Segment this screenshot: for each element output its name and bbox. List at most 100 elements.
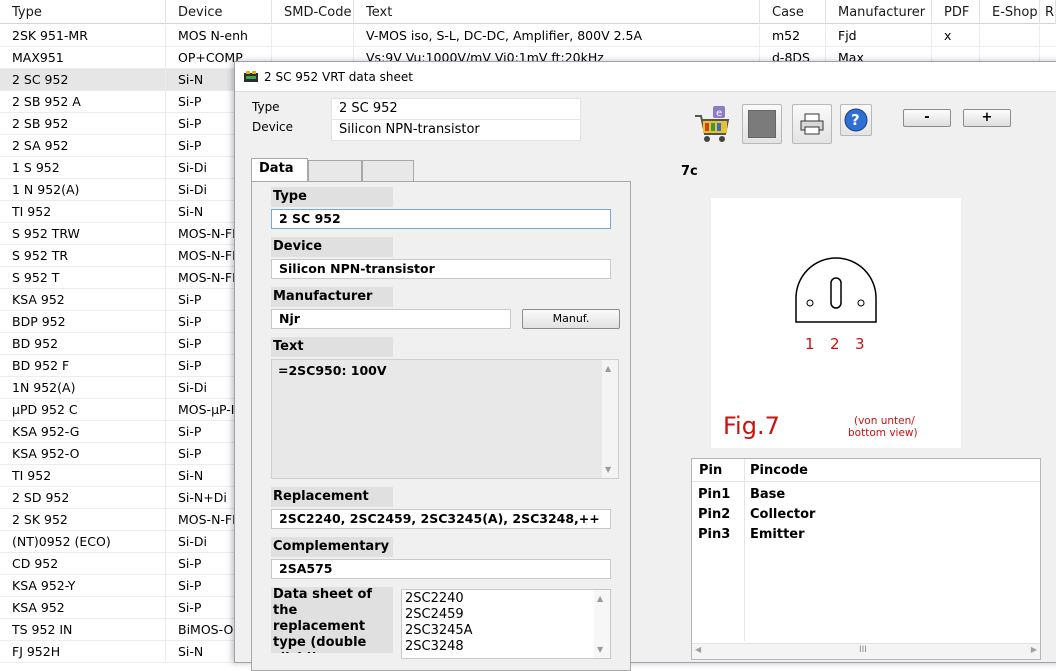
datasheet-replacement-label: Data sheet of the replacement type (doub… [271,587,393,653]
list-cell-type: BD 952 F [0,355,166,377]
scroll-grip[interactable]: III [859,645,867,655]
list-cell-type: BDP 952 [0,311,166,333]
list-cell-type: 1N 952(A) [0,377,166,399]
text-area[interactable]: =2SC950: 100V ▲ ▼ [271,359,619,479]
figure-caption: Fig.7 [723,412,780,440]
replacement-field[interactable]: 2SC2240, 2SC2459, 2SC3245(A), 2SC3248,++ [271,509,611,529]
column-header-type[interactable]: Type [0,0,166,24]
list-cell-type: KSA 952-O [0,443,166,465]
pin-code: Emitter [750,527,805,542]
datasheet-replacement-list[interactable]: 2SC2240 2SC2459 2SC3245A 2SC3248 ▲ ▼ [401,589,611,659]
list-cell-type: 1 N 952(A) [0,179,166,201]
list-cell-type: KSA 952-G [0,421,166,443]
scroll-up-arrow-icon[interactable]: ▲ [597,594,603,603]
tab-3[interactable] [362,160,414,182]
pin-table[interactable]: Pin Pincode Pin1 Base Pin2 Collector Pin3 Emi… [691,458,1041,660]
figure-note-line1: (von unten/ [854,415,915,427]
scroll-down-arrow-icon[interactable]: ▼ [605,465,611,474]
help-icon: ? [844,108,868,132]
list-cell-type: 2 SB 952 [0,113,166,135]
zoom-in-button[interactable]: + [963,109,1011,127]
to92-package-outline [795,257,877,323]
list-cell-type: S 952 T [0,267,166,289]
pin-name: Pin3 [698,527,731,542]
datasheet-list-scrollbar[interactable]: ▲ ▼ [594,590,610,658]
column-header-pdf[interactable]: PDF [932,0,980,24]
scroll-down-arrow-icon[interactable]: ▼ [597,645,603,654]
list-cell-case: m52 [760,25,826,47]
pin-code: Collector [750,507,816,522]
device-field[interactable]: Silicon NPN-transistor [271,259,611,279]
type-field-label: Type [271,187,393,207]
datasheet-list-item[interactable]: 2SC3248 [405,639,473,655]
app-icon [244,71,258,82]
text-area-scrollbar[interactable]: ▲ ▼ [602,360,618,478]
type-field[interactable]: 2 SC 952 [271,209,611,229]
list-cell-type: BD 952 [0,333,166,355]
list-cell-type: S 952 TRW [0,223,166,245]
replacement-field-label: Replacement [271,487,393,507]
pin-table-hscrollbar[interactable]: ◀ III ▶ [692,643,1040,659]
data-tab-panel: Type 2 SC 952 Device Silicon NPN-transis… [251,181,631,671]
list-cell-type: 1 S 952 [0,157,166,179]
header-device-value: Silicon NPN-transistor [331,119,581,141]
print-icon [800,113,824,135]
list-cell-eshop [980,25,1040,47]
scroll-right-arrow-icon[interactable]: ▶ [1031,645,1037,654]
device-field-label: Device [271,237,393,257]
case-code: 7c [681,164,698,179]
list-cell-manufacturer: Fjd [826,25,932,47]
column-header-manufacturer[interactable]: Manufacturer [826,0,932,24]
list-cell-type: TI 952 [0,201,166,223]
list-row[interactable]: 2SK 951-MR MOS N-enh V-MOS iso, S-L, DC-DC… [0,25,1056,47]
column-header-smd-code[interactable]: SMD-Code [272,0,354,24]
pin-table-row[interactable]: Pin3 Emitter [692,525,1040,545]
scroll-up-arrow-icon[interactable]: ▲ [605,364,611,373]
column-header-r[interactable]: R [1040,0,1056,24]
header-device-label: Device [252,120,294,134]
datasheet-list-item[interactable]: 2SC2459 [405,607,473,623]
list-cell-text: V-MOS iso, S-L, DC-DC, Amplifier, 800V 2… [354,25,760,47]
tab-data[interactable]: Data [251,158,308,182]
package-drawing: 123 Fig.7 (von unten/ bottom view) [711,198,961,448]
pin-name: Pin2 [698,507,731,522]
list-cell-device: MOS N-enh [166,25,272,47]
color-swatch-button[interactable] [742,104,782,144]
column-header-device[interactable]: Device [166,0,272,24]
figure-note-line2: bottom view) [848,427,918,439]
header-type-value: 2 SC 952 [331,98,581,120]
header-type-label: Type [252,100,280,114]
pin-table-row[interactable]: Pin1 Base [692,485,1040,505]
list-cell-type: MAX951 [0,47,166,69]
shopping-cart-icon[interactable]: e [691,104,733,146]
list-cell-smd [272,25,354,47]
list-cell-pdf: x [932,25,980,47]
tab-2[interactable] [308,160,362,182]
window-title: 2 SC 952 VRT data sheet [264,70,413,84]
list-cell-type: 2SK 951-MR [0,25,166,47]
print-button[interactable] [792,104,832,144]
datasheet-list-item[interactable]: 2SC3245A [405,623,473,639]
datasheet-list-item[interactable]: 2SC2240 [405,591,473,607]
help-button[interactable]: ? [840,104,872,136]
list-cell-type: KSA 952 [0,289,166,311]
list-cell-type: S 952 TR [0,245,166,267]
manufacturer-field[interactable]: Njr [271,309,511,329]
pin-table-row[interactable]: Pin2 Collector [692,505,1040,525]
text-field-label: Text [271,337,393,357]
complementary-field[interactable]: 2SA575 [271,559,611,579]
list-cell-type: 2 SC 952 [0,69,166,91]
list-cell-type: KSA 952-Y [0,575,166,597]
column-header-case[interactable]: Case [760,0,826,24]
column-header-eshop[interactable]: E-Shop [980,0,1040,24]
scroll-left-arrow-icon[interactable]: ◀ [695,645,701,654]
window-titlebar[interactable]: 2 SC 952 VRT data sheet [235,62,1056,92]
pincode-header: Pincode [750,463,808,478]
column-header-text[interactable]: Text [354,0,760,24]
list-cell-type: µPD 952 C [0,399,166,421]
zoom-out-button[interactable]: - [903,109,951,127]
list-cell-type: 2 SA 952 [0,135,166,157]
datasheet-window: 2 SC 952 VRT data sheet Type 2 SC 952 De… [234,61,1056,671]
list-cell-type: TI 952 [0,465,166,487]
manufacturer-button[interactable]: Manuf. [522,309,620,329]
